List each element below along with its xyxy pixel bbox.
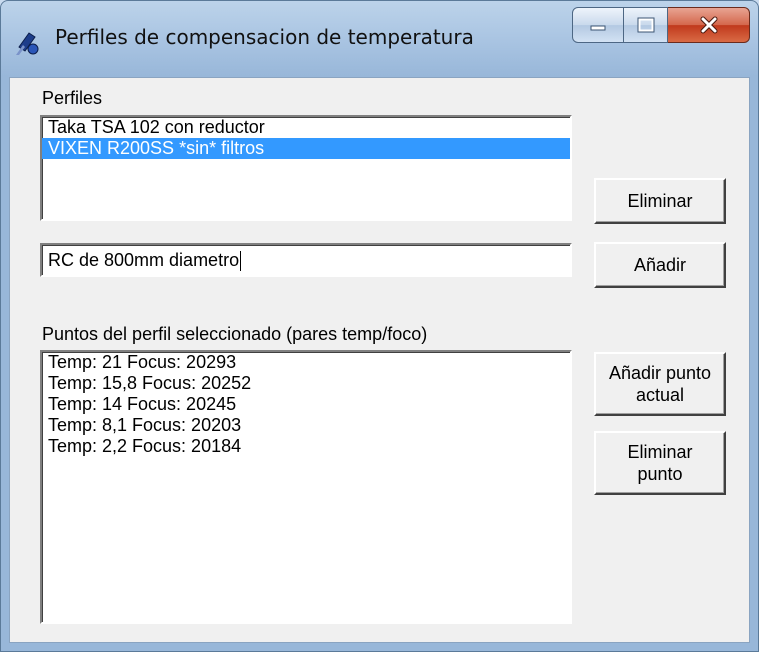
telescope-icon — [16, 32, 39, 55]
maximize-icon — [637, 17, 654, 33]
title-bar[interactable]: Perfiles de compensacion de temperatura — [1, 1, 758, 77]
minimize-button[interactable] — [572, 7, 624, 43]
text-caret — [240, 251, 242, 272]
new-profile-input[interactable]: RC de 800mm diametro — [40, 243, 572, 277]
delete-point-label-line2: punto — [637, 464, 683, 484]
close-button[interactable] — [668, 7, 750, 43]
point-item[interactable]: Temp: 14 Focus: 20245 — [42, 394, 570, 415]
profiles-label: Perfiles — [42, 88, 103, 108]
dialog-window: Perfiles de compensacion de temperatura … — [0, 0, 759, 652]
profiles-listbox[interactable]: Taka TSA 102 con reductor VIXEN R200SS *… — [40, 115, 572, 221]
minimize-icon — [590, 25, 606, 31]
delete-profile-button[interactable]: Eliminar — [594, 178, 726, 224]
client-area: Perfiles Taka TSA 102 con reductor VIXEN… — [9, 77, 750, 643]
profile-item-selected[interactable]: VIXEN R200SS *sin* filtros — [42, 138, 570, 159]
add-current-point-label-line2: actual — [635, 385, 685, 405]
delete-point-button[interactable]: Eliminar punto — [594, 431, 726, 495]
maximize-button[interactable] — [624, 7, 668, 43]
points-label: Puntos del perfil seleccionado (pares te… — [42, 324, 428, 344]
window-title: Perfiles de compensacion de temperatura — [55, 25, 474, 49]
point-item[interactable]: Temp: 15,8 Focus: 20252 — [42, 373, 570, 394]
add-profile-button[interactable]: Añadir — [594, 242, 726, 288]
point-item[interactable]: Temp: 2,2 Focus: 20184 — [42, 436, 570, 457]
caption-buttons — [572, 7, 750, 45]
new-profile-value: RC de 800mm diametro — [48, 250, 240, 270]
points-listbox[interactable]: Temp: 21 Focus: 20293 Temp: 15,8 Focus: … — [40, 350, 572, 624]
point-item[interactable]: Temp: 8,1 Focus: 20203 — [42, 415, 570, 436]
add-current-point-button[interactable]: Añadir punto actual — [594, 352, 726, 416]
close-icon — [700, 16, 717, 34]
delete-point-label-line1: Eliminar — [627, 442, 693, 462]
add-current-point-label-line1: Añadir punto — [608, 363, 712, 383]
point-item[interactable]: Temp: 21 Focus: 20293 — [42, 352, 570, 373]
profile-item[interactable]: Taka TSA 102 con reductor — [42, 117, 570, 138]
